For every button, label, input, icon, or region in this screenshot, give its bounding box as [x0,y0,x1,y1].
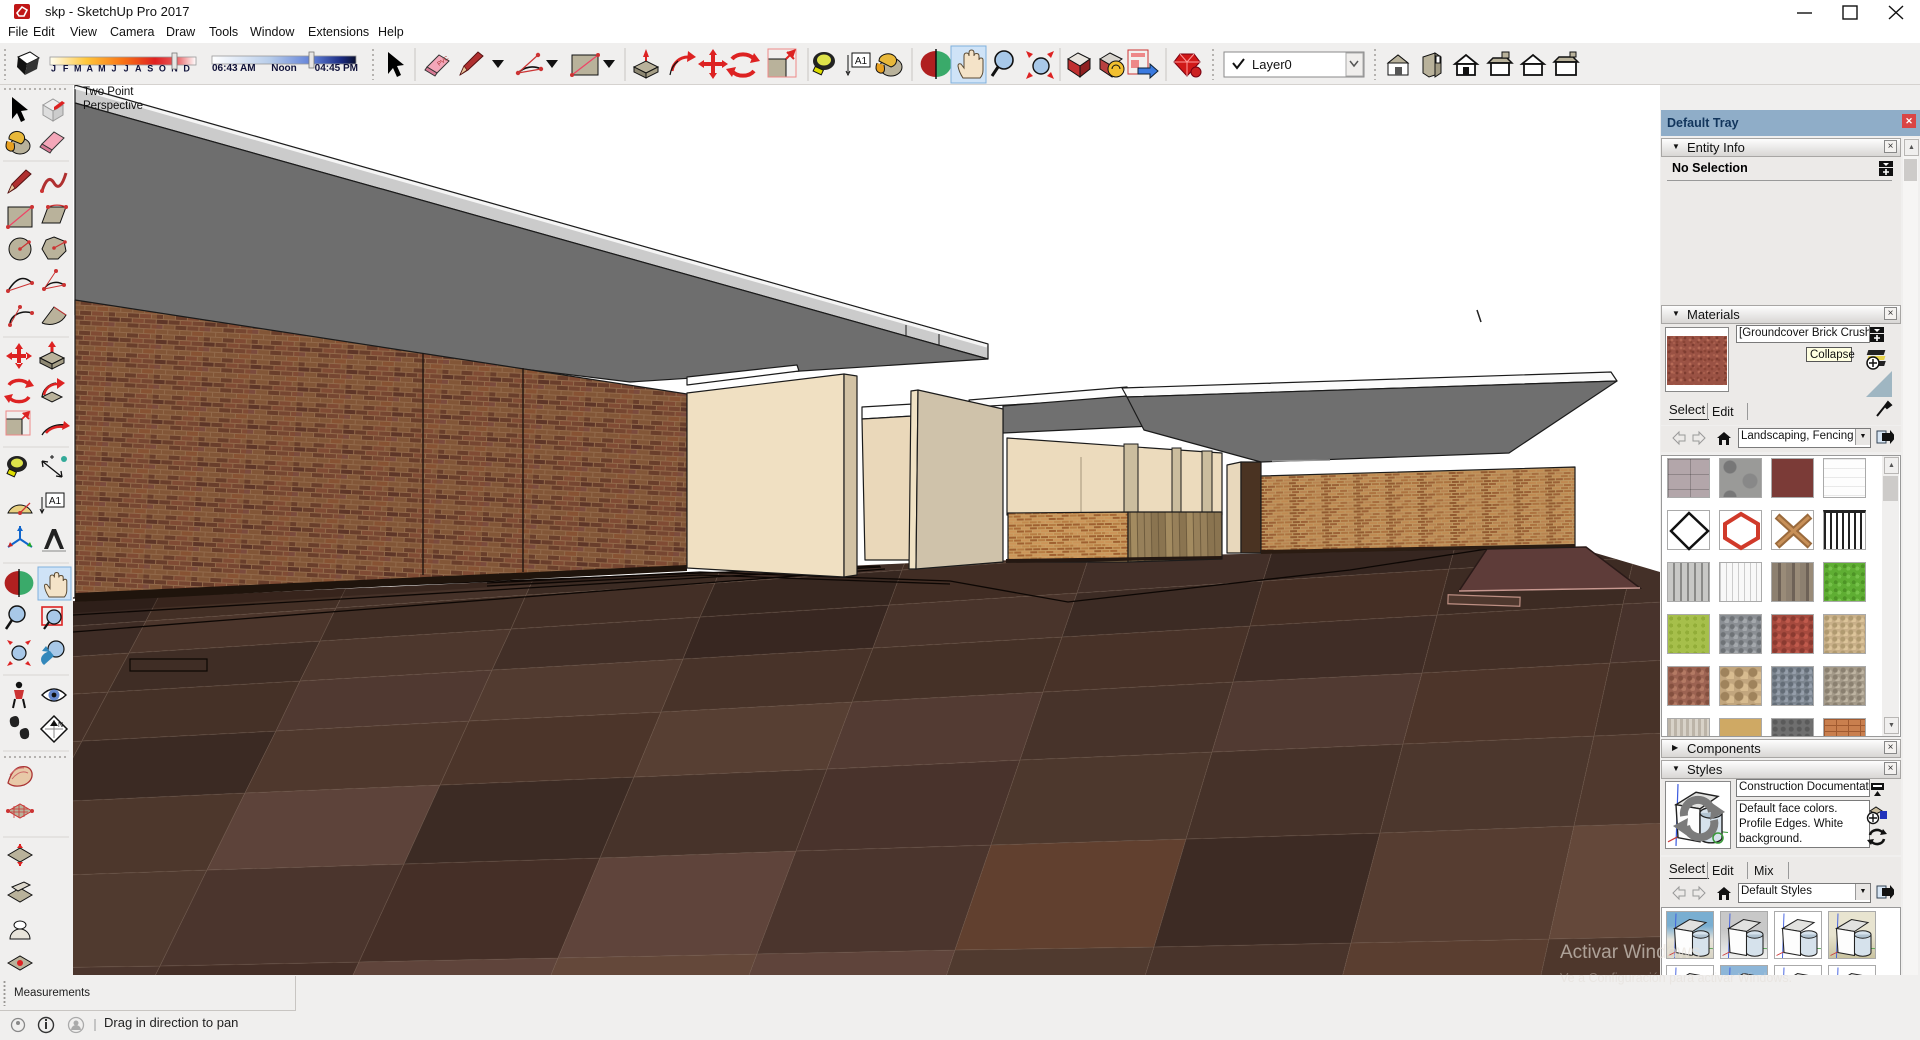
svg-text:04:45 PM: 04:45 PM [315,63,358,74]
svg-text:A1: A1 [855,56,868,67]
svg-text:A: A [135,64,142,74]
svg-text:A: A [87,64,94,74]
svg-text:J: J [51,64,56,74]
svg-text:Noon: Noon [271,63,297,74]
svg-text:Layer0: Layer0 [1252,57,1292,72]
svg-text:M: M [98,64,106,74]
svg-text:M: M [74,64,82,74]
svg-text:A1: A1 [49,496,62,507]
svg-text:N: N [58,722,63,729]
svg-text:D: D [183,64,190,74]
svg-text:F: F [63,64,69,74]
svg-text:06:43 AM: 06:43 AM [212,63,256,74]
svg-text:J: J [124,64,129,74]
svg-text:S: S [147,64,153,74]
svg-text:J: J [111,64,116,74]
svg-text:O: O [159,64,166,74]
